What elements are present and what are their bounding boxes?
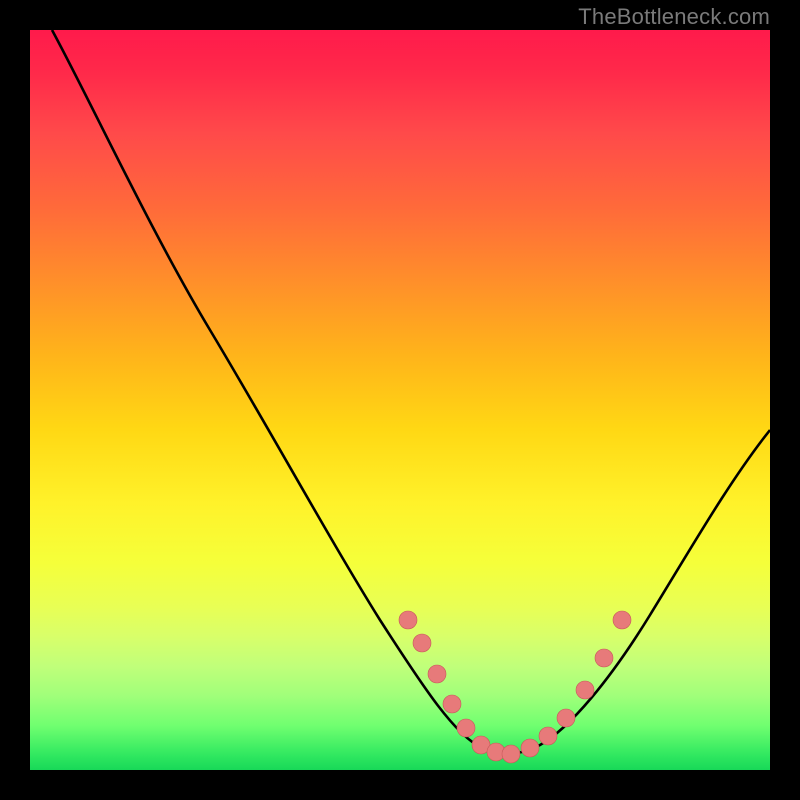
outer-frame: TheBottleneck.com — [0, 0, 800, 800]
dot — [521, 739, 539, 757]
dot — [613, 611, 631, 629]
dot — [539, 727, 557, 745]
dot — [457, 719, 475, 737]
dot — [557, 709, 575, 727]
dot — [595, 649, 613, 667]
plot-area — [30, 30, 770, 770]
dot — [576, 681, 594, 699]
marker-dots — [399, 611, 631, 763]
dot — [428, 665, 446, 683]
watermark-text: TheBottleneck.com — [578, 4, 770, 30]
curve-svg — [30, 30, 770, 770]
dot — [443, 695, 461, 713]
bottleneck-curve — [52, 30, 770, 754]
dot — [413, 634, 431, 652]
dot — [502, 745, 520, 763]
dot — [399, 611, 417, 629]
